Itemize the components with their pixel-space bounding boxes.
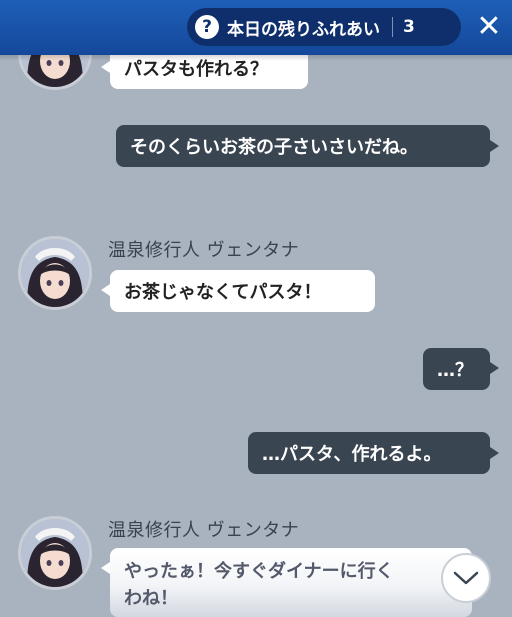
help-icon[interactable]: ? — [195, 15, 219, 39]
chevron-down-icon — [453, 571, 479, 585]
message-text: …？ — [437, 360, 473, 381]
message-text-line: わね！ — [124, 588, 178, 609]
remaining-interactions-count: 3 — [403, 17, 415, 37]
avatar-portrait-icon — [21, 519, 89, 587]
bubble-tail — [490, 362, 499, 374]
header-shadow — [0, 55, 512, 61]
bubble-tail — [101, 61, 110, 73]
bubble-tail — [101, 562, 110, 574]
sender-name: 温泉修行人 ヴェンタナ — [108, 240, 300, 261]
message-text: お茶じゃなくてパスタ！ — [124, 282, 322, 303]
top-bar: ? 本日の残りふれあい 3 ✕ — [0, 0, 512, 55]
bubble-tail — [101, 284, 110, 296]
avatar-portrait-icon — [21, 239, 89, 307]
avatar — [18, 236, 92, 310]
avatar — [18, 516, 92, 590]
message-text-line: やったぁ！今すぐダイナーに行く — [124, 561, 394, 582]
bubble-tail — [490, 447, 499, 459]
message-bubble-incoming: やったぁ！今すぐダイナーに行く わね！ — [110, 548, 472, 617]
close-icon[interactable]: ✕ — [470, 8, 508, 46]
message-text: そのくらいお茶の子さいさいだね。 — [130, 137, 418, 158]
sender-name: 温泉修行人 ヴェンタナ — [108, 520, 300, 541]
bubble-tail — [490, 140, 499, 152]
message-bubble-outgoing: …パスタ、作れるよ。 — [248, 432, 490, 474]
message-bubble-incoming: お茶じゃなくてパスタ！ — [110, 270, 375, 312]
divider — [392, 17, 393, 37]
remaining-interactions-pill: ? 本日の残りふれあい 3 — [187, 8, 461, 46]
message-bubble-outgoing: そのくらいお茶の子さいさいだね。 — [116, 125, 490, 167]
message-text: …パスタ、作れるよ。 — [262, 444, 442, 465]
scroll-down-button[interactable] — [441, 553, 491, 603]
remaining-interactions-label: 本日の残りふれあい — [227, 19, 380, 40]
message-bubble-outgoing: …？ — [423, 348, 490, 390]
